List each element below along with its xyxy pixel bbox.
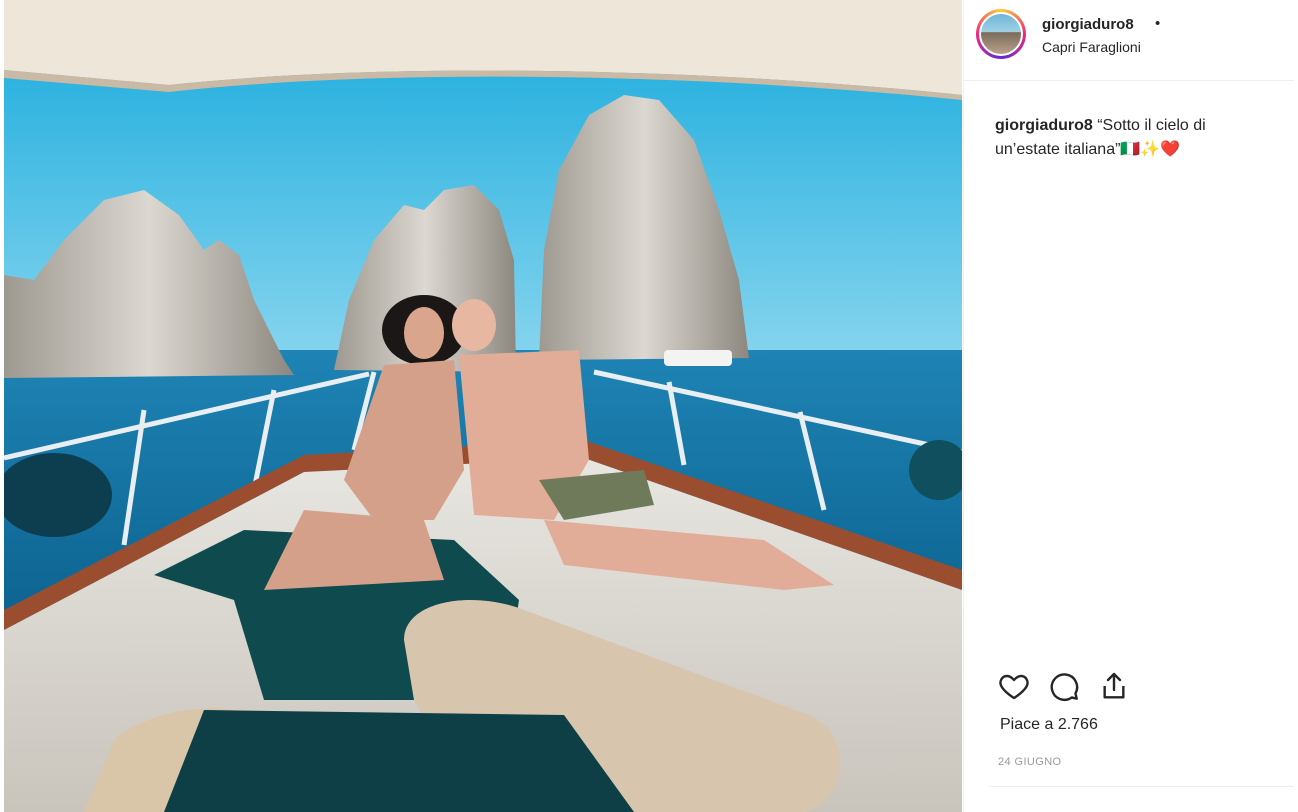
likes-count[interactable]: Piace a 2.766 xyxy=(1000,716,1098,734)
caption: giorgiaduro8 “Sotto il cielo di un’estat… xyxy=(995,114,1275,162)
post-date[interactable]: 24 GIUGNO xyxy=(998,756,1062,768)
heart-icon[interactable] xyxy=(998,670,1030,702)
post-photo[interactable] xyxy=(4,0,962,812)
avatar-ring[interactable] xyxy=(976,9,1026,59)
username[interactable]: giorgiaduro8 xyxy=(1042,16,1134,33)
separator-dot: • xyxy=(1155,15,1161,32)
share-icon[interactable] xyxy=(1098,670,1130,702)
avatar[interactable] xyxy=(979,12,1023,56)
comment-icon[interactable] xyxy=(1048,670,1080,702)
location[interactable]: Capri Faraglioni xyxy=(1042,39,1141,55)
post-header: giorgiaduro8 • Capri Faraglioni xyxy=(964,0,1294,81)
divider xyxy=(988,786,1294,787)
post-sidebar: giorgiaduro8 • Capri Faraglioni giorgiad… xyxy=(963,0,1298,812)
caption-username[interactable]: giorgiaduro8 xyxy=(995,117,1093,134)
